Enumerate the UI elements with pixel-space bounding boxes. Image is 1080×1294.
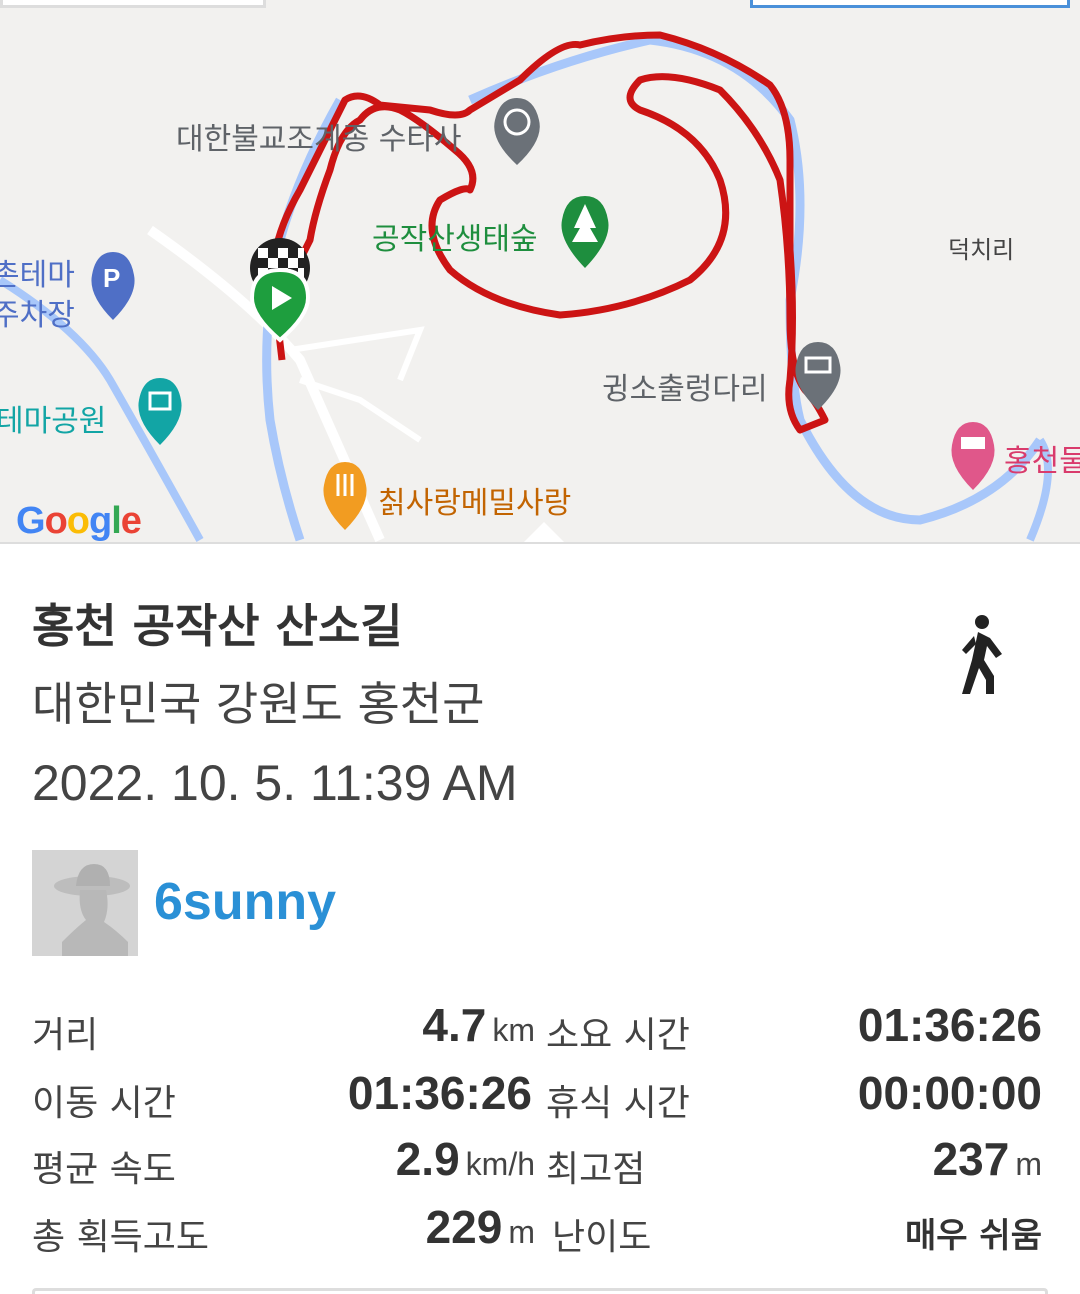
panel-pointer xyxy=(524,522,564,542)
lodging-pin-icon xyxy=(951,422,995,490)
map-label-parking-2[interactable]: 주차장 xyxy=(0,290,75,334)
map-overlay-box-right[interactable] xyxy=(750,0,1070,8)
max-altitude-label: 최고점 xyxy=(546,1149,646,1190)
difficulty-value: 매우 쉬움 xyxy=(905,1216,1042,1256)
total-time-label: 소요 시간 xyxy=(546,1015,690,1056)
start-play-icon xyxy=(249,267,311,343)
bridge-pin-icon xyxy=(795,342,841,410)
svg-text:P: P xyxy=(103,263,120,293)
avg-speed-value: 2.9 km/h xyxy=(395,1133,535,1185)
map-label-restaurant[interactable]: 칡사랑메밀사랑 xyxy=(378,478,571,522)
map-label-parking-1[interactable]: 촌테마 xyxy=(0,250,75,294)
parking-pin-icon: P xyxy=(91,252,135,320)
map-label-forest[interactable]: 공작산생태숲 xyxy=(372,214,538,258)
max-altitude-value: 237 m xyxy=(932,1133,1042,1185)
map-label-bridge[interactable]: 귕소출렁다리 xyxy=(602,364,768,408)
person-hat-icon xyxy=(32,850,138,956)
trail-title: 홍천 공작산 산소길 xyxy=(32,599,403,653)
restaurant-pin-icon xyxy=(323,462,367,530)
map-label-park[interactable]: 테마공원 xyxy=(0,396,106,440)
trail-region: 대한민국 강원도 홍천군 xyxy=(32,677,485,731)
map-label-village: 덕치리 xyxy=(948,236,1015,264)
distance-label: 거리 xyxy=(32,1015,99,1056)
bottom-card-edge xyxy=(32,1288,1048,1294)
trail-info-panel: 홍천 공작산 산소길 대한민국 강원도 홍천군 2022. 10. 5. 11:… xyxy=(0,542,1080,1294)
map-label-temple[interactable]: 대한불교조계종 수타사 xyxy=(176,114,462,158)
moving-time-value: 01:36:26 xyxy=(347,1067,532,1119)
map-canvas: P xyxy=(0,31,1052,542)
avg-speed-label: 평균 속도 xyxy=(32,1149,176,1190)
moving-time-label: 이동 시간 xyxy=(32,1083,176,1124)
user-avatar[interactable] xyxy=(32,850,138,956)
google-logo: Google xyxy=(16,500,142,542)
forest-pin-icon xyxy=(561,196,609,268)
elevation-gain-label: 총 획득고도 xyxy=(32,1217,210,1258)
user-name[interactable]: 6sunny xyxy=(154,872,336,932)
total-time-value: 01:36:26 xyxy=(857,999,1042,1051)
map-view[interactable]: P 대한불교조계종 수타사 공작산생태숲 덕치리 촌테마 주차장 테마공원 귕소… xyxy=(0,0,1080,542)
rest-time-value: 00:00:00 xyxy=(857,1067,1042,1119)
rest-time-label: 휴식 시간 xyxy=(546,1083,690,1124)
distance-value: 4.7 km xyxy=(422,999,535,1051)
difficulty-label: 난이도 xyxy=(552,1217,652,1258)
elevation-gain-value: 229 m xyxy=(425,1201,535,1253)
map-label-lodging[interactable]: 홍천둘 xyxy=(1004,436,1080,480)
walking-icon xyxy=(962,615,1002,694)
map-overlay-box-left xyxy=(0,0,266,8)
trail-datetime: 2022. 10. 5. 11:39 AM xyxy=(32,755,518,811)
temple-pin-icon xyxy=(494,98,540,165)
